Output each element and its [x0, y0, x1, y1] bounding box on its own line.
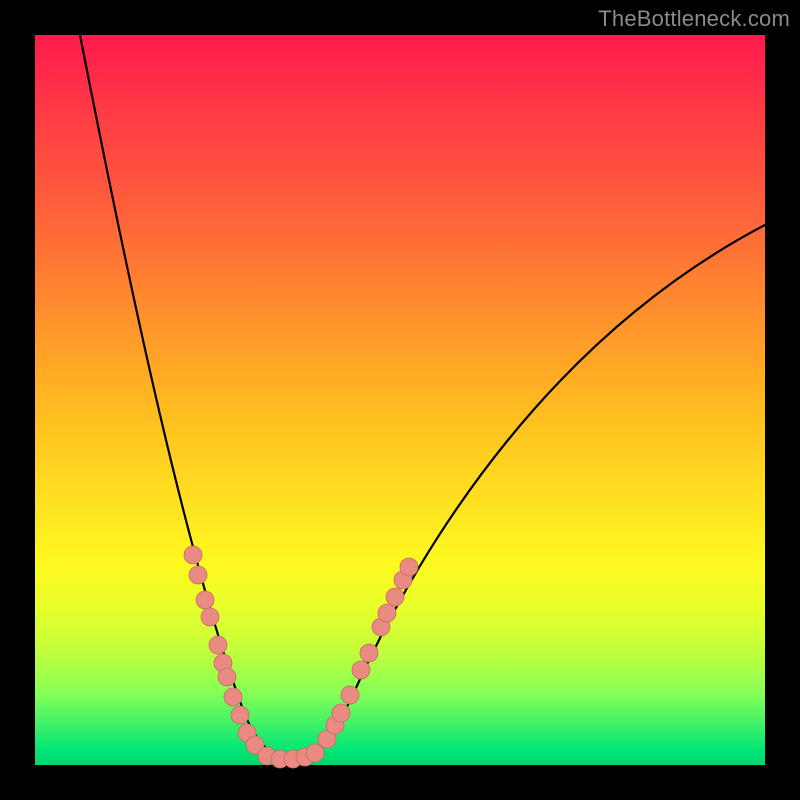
plot-area — [35, 35, 765, 765]
data-dot — [352, 661, 370, 679]
dots-right-branch — [318, 558, 418, 748]
data-dot — [341, 686, 359, 704]
data-dot — [360, 644, 378, 662]
data-dot — [189, 566, 207, 584]
data-dot — [332, 704, 350, 722]
data-dot — [386, 588, 404, 606]
data-dot — [224, 688, 242, 706]
dots-left-branch — [184, 546, 264, 754]
data-dot — [400, 558, 418, 576]
chart-frame: TheBottleneck.com — [0, 0, 800, 800]
data-dot — [201, 608, 219, 626]
data-dot — [378, 604, 396, 622]
data-dot — [184, 546, 202, 564]
watermark-text: TheBottleneck.com — [598, 6, 790, 32]
chart-svg — [35, 35, 765, 765]
data-dot — [306, 744, 324, 762]
data-dot — [209, 636, 227, 654]
dots-bottom — [258, 744, 324, 768]
bottleneck-curve — [80, 35, 765, 758]
data-dot — [196, 591, 214, 609]
data-dot — [231, 706, 249, 724]
data-dot — [218, 668, 236, 686]
